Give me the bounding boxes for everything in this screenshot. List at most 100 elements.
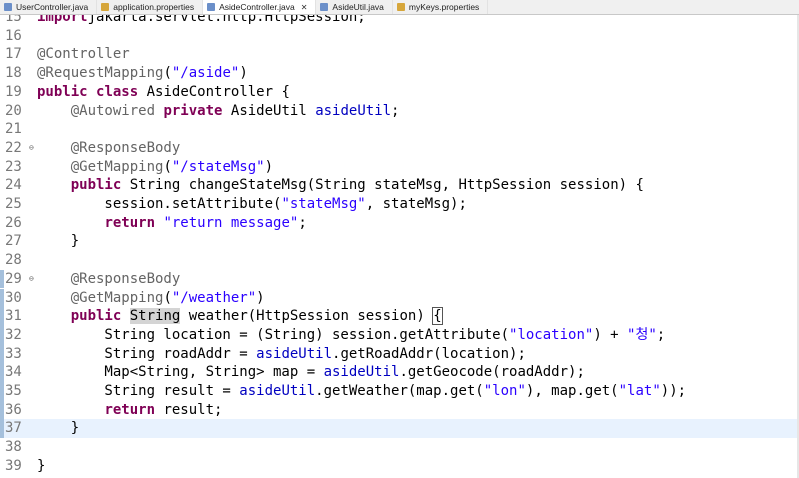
java-file-icon	[207, 3, 216, 11]
code-token: (	[163, 158, 172, 175]
code-token: asideUtil	[256, 345, 333, 362]
java-file-icon	[4, 3, 12, 11]
code-line[interactable]: 24 public String changeStateMsg(String s…	[0, 176, 799, 195]
change-ruler-marker	[0, 251, 4, 270]
code-token: )	[256, 289, 265, 306]
tab-asidecontroller-java[interactable]: AsideController.java ✕	[203, 0, 317, 14]
tab-asideutil-java[interactable]: AsideUtil.java	[316, 0, 393, 14]
code-line[interactable]: 22 ⊖ @ResponseBody	[0, 139, 799, 158]
code-line[interactable]: 36 return result;	[0, 400, 799, 420]
code-line[interactable]: 15 importjakarta.servlet.http.HttpSession…	[0, 15, 799, 27]
code-text: @RequestMapping("/aside")	[37, 64, 248, 83]
line-number: 15	[5, 15, 22, 25]
code-token: weather(HttpSession session)	[180, 308, 434, 325]
code-text: public String weather(HttpSession sessio…	[37, 307, 443, 326]
editor-tab-bar: UserController.java application.propertie…	[0, 0, 799, 15]
line-number: 30	[5, 289, 22, 306]
code-token: String changeStateMsg(String	[121, 177, 375, 194]
code-token: String result =	[37, 383, 240, 399]
code-editor[interactable]: 15 importjakarta.servlet.http.HttpSession…	[0, 15, 799, 478]
code-text: @Controller	[37, 45, 130, 64]
line-number: 17	[5, 46, 22, 63]
code-line[interactable]: 33 String roadAddr = asideUtil.getRoadAd…	[0, 344, 799, 364]
code-text: public String changeStateMsg(String stat…	[37, 176, 644, 195]
code-line[interactable]: 23 @GetMapping("/stateMsg")	[0, 158, 799, 177]
code-line[interactable]: 17 @Controller	[0, 45, 799, 64]
code-line[interactable]: 20 @Autowired private AsideUtil asideUti…	[0, 102, 799, 121]
change-ruler-marker	[0, 27, 4, 46]
change-ruler-marker	[0, 325, 4, 345]
line-number: 38	[5, 439, 22, 456]
change-ruler-marker	[0, 419, 4, 439]
code-token: "location"	[509, 326, 594, 343]
code-token: "/aside"	[171, 65, 240, 82]
code-token: (	[163, 289, 172, 306]
line-number: 25	[5, 196, 22, 212]
code-line[interactable]: 29 ⊖ @ResponseBody	[0, 269, 799, 289]
code-text: session.setAttribute("stateMsg", stateMs…	[37, 195, 466, 214]
tab-usercontroller-java[interactable]: UserController.java	[0, 0, 98, 14]
tab-application-properties[interactable]: application.properties	[97, 0, 204, 14]
line-number: 34	[5, 364, 22, 381]
code-token: Map<String, String> map =	[37, 364, 324, 381]
code-line[interactable]: 39}	[0, 457, 799, 476]
code-token: .getWeather(map.get(	[315, 383, 484, 399]
change-ruler-marker	[0, 457, 4, 476]
tab-mykeys-properties[interactable]: myKeys.properties	[393, 0, 489, 14]
code-line[interactable]: 21	[0, 120, 799, 139]
change-ruler-marker	[0, 288, 4, 308]
code-text: importjakarta.servlet.http.HttpSession;	[37, 15, 366, 27]
code-line[interactable]: 19 public class AsideController {	[0, 83, 799, 102]
code-token: asideUtil	[323, 364, 400, 381]
change-ruler-marker	[0, 438, 4, 457]
change-ruler-marker	[0, 64, 4, 83]
change-ruler-marker	[0, 382, 4, 401]
code-token: {	[432, 307, 443, 326]
tab-label: UserController.java	[16, 2, 89, 12]
line-number: 37	[5, 420, 22, 437]
code-line[interactable]: 31 public String weather(HttpSession ses…	[0, 307, 799, 326]
code-token: @ResponseBody	[70, 139, 181, 156]
code-line[interactable]: 16	[0, 27, 799, 46]
code-token: "청"	[627, 326, 657, 343]
code-line[interactable]: 38	[0, 438, 799, 457]
line-number: 39	[5, 457, 22, 474]
line-number: 22	[5, 139, 22, 156]
code-line[interactable]: 27 }	[0, 232, 799, 251]
code-token: ), map.get(	[525, 383, 619, 399]
code-token: }	[37, 420, 80, 437]
code-token: "/stateMsg"	[171, 158, 265, 175]
code-token: @GetMapping	[70, 289, 164, 306]
code-text: }	[37, 457, 45, 476]
code-line[interactable]: 37 }	[0, 419, 799, 439]
code-line[interactable]: 35 String result = asideUtil.getWeather(…	[0, 382, 799, 401]
code-text: @GetMapping("/weather")	[37, 289, 265, 308]
change-ruler-marker	[0, 400, 4, 420]
close-tab-icon[interactable]: ✕	[301, 3, 308, 12]
code-text: public class AsideController {	[37, 83, 290, 102]
code-line[interactable]: 18 @RequestMapping("/aside")	[0, 64, 799, 83]
code-text: @GetMapping("/stateMsg")	[37, 158, 273, 177]
line-number: 32	[5, 326, 22, 343]
code-token: , HttpSession	[441, 177, 560, 194]
code-line[interactable]: 25 session.setAttribute("stateMsg", stat…	[0, 195, 799, 214]
code-line[interactable]: 28	[0, 251, 799, 270]
code-token: @ResponseBody	[70, 270, 181, 287]
code-line[interactable]: 34 Map<String, String> map = asideUtil.g…	[0, 363, 799, 382]
code-text: @ResponseBody	[37, 139, 181, 158]
code-token: private	[163, 102, 223, 119]
code-line[interactable]: 32 String location = (String) session.ge…	[0, 325, 799, 345]
change-ruler-marker	[0, 214, 4, 233]
code-token: ;	[298, 214, 307, 231]
code-line[interactable]: 26 return "return message";	[0, 214, 799, 233]
code-token: ;	[391, 102, 400, 119]
code-line[interactable]: 30 @GetMapping("/weather")	[0, 288, 799, 308]
tab-label: myKeys.properties	[408, 2, 480, 12]
